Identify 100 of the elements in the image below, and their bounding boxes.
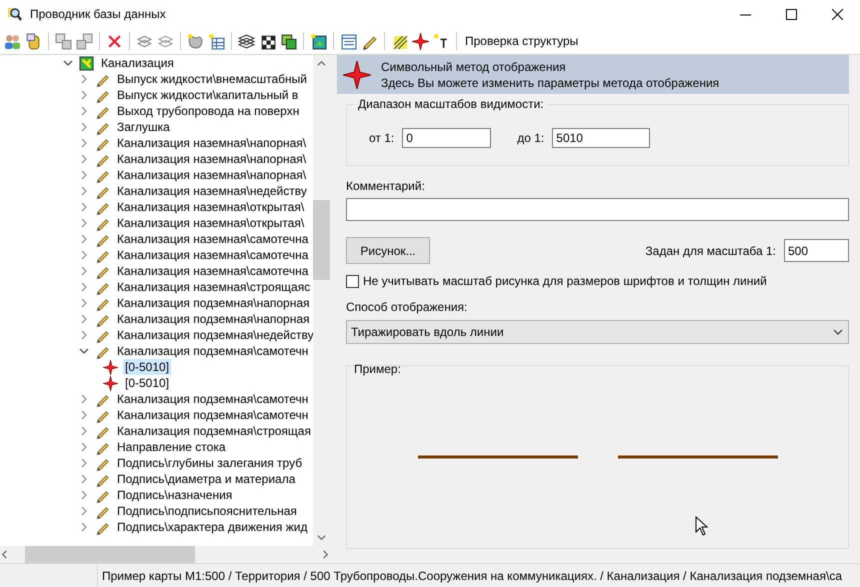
- tree-item[interactable]: Направление стока: [115, 439, 228, 455]
- field-label: Комментарий:: [346, 179, 426, 193]
- expand-icon[interactable]: [79, 282, 89, 292]
- tree-item[interactable]: Канализация наземная\напорная\: [115, 167, 308, 183]
- group-label: Диапазон масштабов видимости:: [355, 97, 547, 111]
- tree-item[interactable]: Канализация наземная\открытая\: [115, 215, 306, 231]
- field-label: от 1:: [369, 131, 394, 145]
- tree-item[interactable]: Канализация наземная\недейству: [115, 183, 309, 199]
- tree-item[interactable]: Заглушка: [115, 119, 172, 135]
- copy-icon[interactable]: [55, 32, 72, 50]
- tree-item[interactable]: Выход трубопровода на поверхн: [115, 103, 302, 119]
- tree-item[interactable]: Выпуск жидкости\внемасштабный: [115, 71, 309, 87]
- field-label: Способ отображения:: [346, 300, 468, 314]
- field-label: до 1:: [517, 131, 544, 145]
- delete-icon[interactable]: [106, 32, 123, 50]
- map-icon[interactable]: [280, 32, 297, 50]
- image-icon[interactable]: [310, 32, 327, 50]
- dropdown[interactable]: Тиражировать вдоль линии: [346, 320, 849, 344]
- tree-item[interactable]: Подпись\характера движения жид: [115, 519, 310, 535]
- input-field[interactable]: 500: [784, 239, 849, 262]
- maximize-icon: [786, 8, 796, 20]
- tree-item[interactable]: Канализация наземная\напорная\: [115, 151, 308, 167]
- expand-icon[interactable]: [79, 122, 89, 132]
- tree-item[interactable]: Канализация наземная\самотечна: [115, 231, 310, 247]
- expand-icon[interactable]: [79, 250, 89, 260]
- tree-item[interactable]: Подпись\назначения: [115, 487, 234, 503]
- window-title: Проводник базы данных: [30, 7, 167, 21]
- tree-item[interactable]: Подпись\диаметра и материала: [115, 471, 298, 487]
- expand-icon[interactable]: [79, 522, 89, 532]
- people-icon[interactable]: [4, 32, 21, 50]
- tree-item[interactable]: Подпись\подписьпояснительная: [115, 503, 299, 519]
- check-structure-button[interactable]: Проверка структуры: [465, 34, 578, 48]
- expand-icon[interactable]: [79, 394, 89, 404]
- checkbox[interactable]: [346, 274, 359, 288]
- scroll-down-icon[interactable]: [317, 533, 326, 542]
- scrollbar-thumb[interactable]: [25, 546, 195, 563]
- expand-icon[interactable]: [79, 314, 89, 324]
- magnifier-icon: [6, 6, 22, 22]
- expand-icon[interactable]: [79, 234, 89, 244]
- stack-icon[interactable]: [157, 32, 174, 50]
- comment-field[interactable]: [346, 198, 849, 221]
- collapse-icon[interactable]: [79, 346, 89, 356]
- tree-item[interactable]: Канализация: [99, 55, 176, 71]
- scroll-left-icon[interactable]: [0, 550, 9, 559]
- star-icon: [343, 60, 371, 88]
- input-field[interactable]: 5010: [552, 128, 650, 148]
- cursor-icon: [695, 516, 709, 536]
- expand-icon[interactable]: [79, 442, 89, 452]
- expand-icon[interactable]: [79, 90, 89, 100]
- expand-icon[interactable]: [79, 154, 89, 164]
- expand-icon[interactable]: [79, 202, 89, 212]
- checkbox-label: Не учитывать масштаб рисунка для размеров шрифтов и толщин линий: [363, 274, 767, 288]
- scroll-up-icon[interactable]: [317, 59, 326, 68]
- expand-icon[interactable]: [79, 330, 89, 340]
- database-icon[interactable]: [25, 32, 42, 50]
- collapse-icon[interactable]: [63, 58, 73, 68]
- tree-item[interactable]: Канализация подземная\самотечн: [115, 407, 310, 423]
- tree-item[interactable]: Канализация наземная\самотечна: [115, 247, 310, 263]
- expand-icon[interactable]: [79, 298, 89, 308]
- expand-icon[interactable]: [79, 74, 89, 84]
- expand-icon[interactable]: [79, 490, 89, 500]
- expand-icon[interactable]: [79, 106, 89, 116]
- tree-item[interactable]: Канализация подземная\строящая: [115, 423, 313, 439]
- expand-icon[interactable]: [79, 426, 89, 436]
- checker-icon[interactable]: [259, 32, 276, 50]
- group-label: Пример:: [354, 362, 401, 376]
- tree-item[interactable]: Канализация наземная\напорная\: [115, 135, 308, 151]
- tree-item[interactable]: Канализация подземная\самотечн: [115, 343, 310, 359]
- expand-icon[interactable]: [79, 458, 89, 468]
- expand-icon[interactable]: [79, 218, 89, 228]
- stack-icon[interactable]: [136, 32, 153, 50]
- tree-item[interactable]: Канализация подземная\самотечн: [115, 391, 310, 407]
- expand-icon[interactable]: [79, 186, 89, 196]
- expand-icon[interactable]: [79, 506, 89, 516]
- picture-button[interactable]: Рисунок...: [346, 237, 430, 264]
- tree-item[interactable]: Выпуск жидкости\капитальный в: [115, 87, 300, 103]
- shape-icon[interactable]: [187, 32, 204, 50]
- scrollbar-thumb[interactable]: [313, 200, 330, 280]
- paste-icon[interactable]: [76, 32, 93, 50]
- tree-item[interactable]: Канализация наземная\строящаяс: [115, 279, 312, 295]
- tree-item[interactable]: [0-5010]: [123, 359, 172, 375]
- text-icon[interactable]: [433, 32, 450, 50]
- expand-icon[interactable]: [79, 138, 89, 148]
- table-icon[interactable]: [208, 32, 225, 50]
- scroll-right-icon[interactable]: [321, 550, 330, 559]
- expand-icon[interactable]: [79, 170, 89, 180]
- expand-icon[interactable]: [79, 266, 89, 276]
- layers-icon[interactable]: [238, 32, 255, 50]
- star-icon: [103, 376, 118, 390]
- tree-item[interactable]: [0-5010]: [123, 375, 172, 391]
- expand-icon[interactable]: [79, 474, 89, 484]
- star-icon[interactable]: [412, 32, 429, 50]
- tree-item[interactable]: Канализация наземная\самотечна: [115, 263, 310, 279]
- list-icon[interactable]: [340, 32, 357, 50]
- tree-item[interactable]: Канализация наземная\открытая\: [115, 199, 306, 215]
- tree-item[interactable]: Подпись\глубины залегания труб: [115, 455, 304, 471]
- input-field[interactable]: 0: [402, 128, 492, 148]
- tree-item[interactable]: Канализация подземная\напорная: [115, 295, 312, 311]
- tree-item[interactable]: Канализация подземная\напорная: [115, 311, 312, 327]
- expand-icon[interactable]: [79, 410, 89, 420]
